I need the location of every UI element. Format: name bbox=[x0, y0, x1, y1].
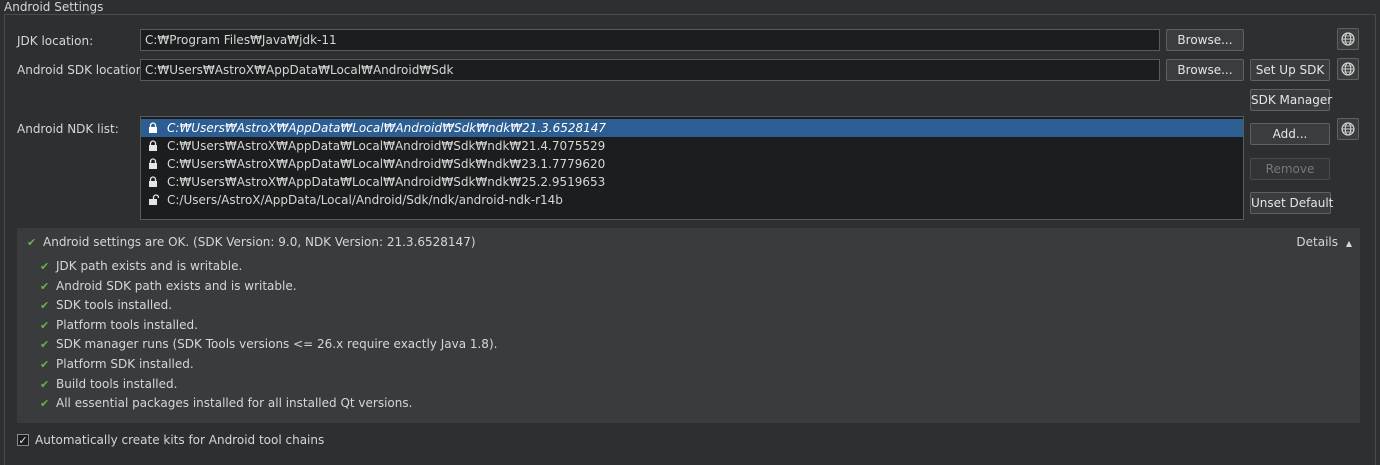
ndk-remove-button[interactable]: Remove bbox=[1250, 158, 1330, 180]
ndk-list-item[interactable]: C:₩Users₩AstroX₩AppData₩Local₩Android₩Sd… bbox=[141, 137, 1243, 155]
jdk-location-label: JDK location: bbox=[17, 34, 94, 48]
details-toggle[interactable]: Details ▲ bbox=[1296, 233, 1352, 253]
checkmark-icon: ✔ bbox=[40, 260, 50, 273]
sdk-location-field[interactable]: C:₩Users₩AstroX₩AppData₩Local₩Android₩Sd… bbox=[140, 59, 1160, 81]
ndk-path-text: C:/Users/AstroX/AppData/Local/Android/Sd… bbox=[167, 193, 563, 207]
status-check-item: ✔ JDK path exists and is writable. bbox=[40, 257, 497, 277]
ndk-list-item[interactable]: C:₩Users₩AstroX₩AppData₩Local₩Android₩Sd… bbox=[141, 155, 1243, 173]
jdk-browse-button[interactable]: Browse... bbox=[1166, 29, 1244, 51]
status-check-item: ✔ Build tools installed. bbox=[40, 375, 497, 395]
unlock-icon bbox=[149, 194, 159, 205]
ndk-list-item[interactable]: C:₩Users₩AstroX₩AppData₩Local₩Android₩Sd… bbox=[141, 119, 1243, 137]
lock-icon bbox=[149, 140, 157, 151]
jdk-download-button[interactable] bbox=[1337, 28, 1359, 50]
ndk-list-item[interactable]: C:₩Users₩AstroX₩AppData₩Local₩Android₩Sd… bbox=[141, 173, 1243, 191]
status-panel: ✔ Android settings are OK. (SDK Version: … bbox=[17, 228, 1360, 423]
status-check-item: ✔ Android SDK path exists and is writable… bbox=[40, 277, 497, 297]
chevron-up-icon: ▲ bbox=[1345, 239, 1352, 248]
status-check-item: ✔ SDK tools installed. bbox=[40, 296, 497, 316]
checkmark-icon: ✔ bbox=[27, 236, 37, 249]
sdk-location-label: Android SDK location: bbox=[17, 63, 148, 77]
ndk-path-text: C:₩Users₩AstroX₩AppData₩Local₩Android₩Sd… bbox=[167, 157, 606, 171]
ndk-add-button[interactable]: Add... bbox=[1250, 123, 1330, 145]
ndk-path-text: C:₩Users₩AstroX₩AppData₩Local₩Android₩Sd… bbox=[167, 139, 606, 153]
status-check-item: ✔ All essential packages installed for al… bbox=[40, 394, 497, 414]
globe-icon bbox=[1341, 32, 1355, 46]
checkmark-icon: ✔ bbox=[40, 318, 50, 332]
ndk-unset-default-button[interactable]: Unset Default bbox=[1250, 192, 1333, 214]
checkmark-icon: ✔ bbox=[40, 377, 50, 391]
status-summary-text: Android settings are OK. (SDK Version: 9… bbox=[43, 235, 476, 249]
sdk-browse-button[interactable]: Browse... bbox=[1166, 59, 1244, 81]
details-label: Details bbox=[1296, 235, 1339, 249]
checkmark-icon: ✔ bbox=[40, 338, 50, 352]
auto-kits-checkbox[interactable]: ✓ bbox=[17, 434, 29, 447]
checkmark-icon: ✔ bbox=[40, 357, 50, 371]
sdk-download-button[interactable] bbox=[1337, 58, 1359, 80]
ndk-list-label: Android NDK list: bbox=[17, 122, 119, 136]
ndk-list-item[interactable]: C:/Users/AstroX/AppData/Local/Android/Sd… bbox=[141, 191, 1243, 209]
lock-icon bbox=[149, 158, 157, 169]
checkmark-icon: ✔ bbox=[40, 279, 50, 293]
status-check-item: ✔ Platform SDK installed. bbox=[40, 355, 497, 375]
globe-icon bbox=[1341, 62, 1355, 76]
status-checks-list: ✔ JDK path exists and is writable. ✔ Andro… bbox=[40, 257, 497, 414]
checkmark-icon: ✔ bbox=[40, 397, 50, 411]
ndk-list[interactable]: C:₩Users₩AstroX₩AppData₩Local₩Android₩Sd… bbox=[140, 116, 1244, 220]
status-summary: ✔ Android settings are OK. (SDK Version: … bbox=[27, 233, 476, 253]
ndk-path-text: C:₩Users₩AstroX₩AppData₩Local₩Android₩Sd… bbox=[167, 175, 606, 189]
ndk-download-button[interactable] bbox=[1337, 118, 1359, 140]
status-check-item: ✔ SDK manager runs (SDK Tools versions <=… bbox=[40, 335, 497, 355]
sdk-manager-button[interactable]: SDK Manager bbox=[1250, 89, 1332, 111]
auto-kits-option[interactable]: ✓ Automatically create kits for Android … bbox=[17, 433, 324, 447]
lock-icon bbox=[149, 176, 157, 187]
lock-icon bbox=[149, 122, 157, 133]
checkmark-icon: ✔ bbox=[40, 299, 50, 313]
setup-sdk-button[interactable]: Set Up SDK bbox=[1250, 59, 1330, 81]
globe-icon bbox=[1341, 122, 1355, 136]
auto-kits-label: Automatically create kits for Android to… bbox=[35, 433, 325, 447]
ndk-path-text: C:₩Users₩AstroX₩AppData₩Local₩Android₩Sd… bbox=[167, 121, 607, 135]
status-check-item: ✔ Platform tools installed. bbox=[40, 316, 497, 336]
group-title: Android Settings bbox=[4, 0, 104, 14]
jdk-location-field[interactable]: C:₩Program Files₩Java₩jdk-11 bbox=[140, 29, 1160, 51]
